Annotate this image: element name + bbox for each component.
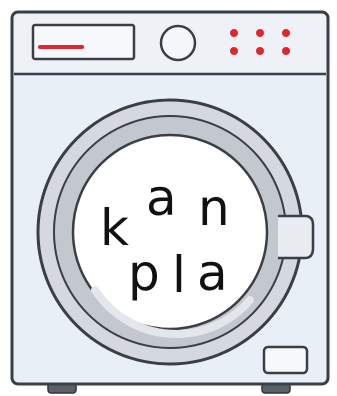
drum-letter-k: k — [100, 199, 129, 257]
door-handle — [278, 214, 315, 260]
drum-letter-a-top: a — [146, 169, 177, 227]
indicator-dot — [282, 47, 290, 55]
control-knob — [159, 24, 197, 62]
drum-letter-a-bottom: a — [197, 244, 228, 302]
indicator-dot — [256, 47, 264, 55]
indicator-dot — [230, 29, 238, 37]
indicator-dot — [230, 47, 238, 55]
indicator-dot — [256, 29, 264, 37]
drum-letter-p: p — [128, 244, 160, 302]
drum-letter-l: l — [172, 246, 186, 304]
display-panel — [31, 23, 136, 61]
washing-machine-illustration: k a n p l a — [10, 10, 330, 394]
drum-letter-n: n — [198, 179, 230, 237]
detergent-drawer — [262, 345, 309, 375]
indicator-dot — [282, 29, 290, 37]
